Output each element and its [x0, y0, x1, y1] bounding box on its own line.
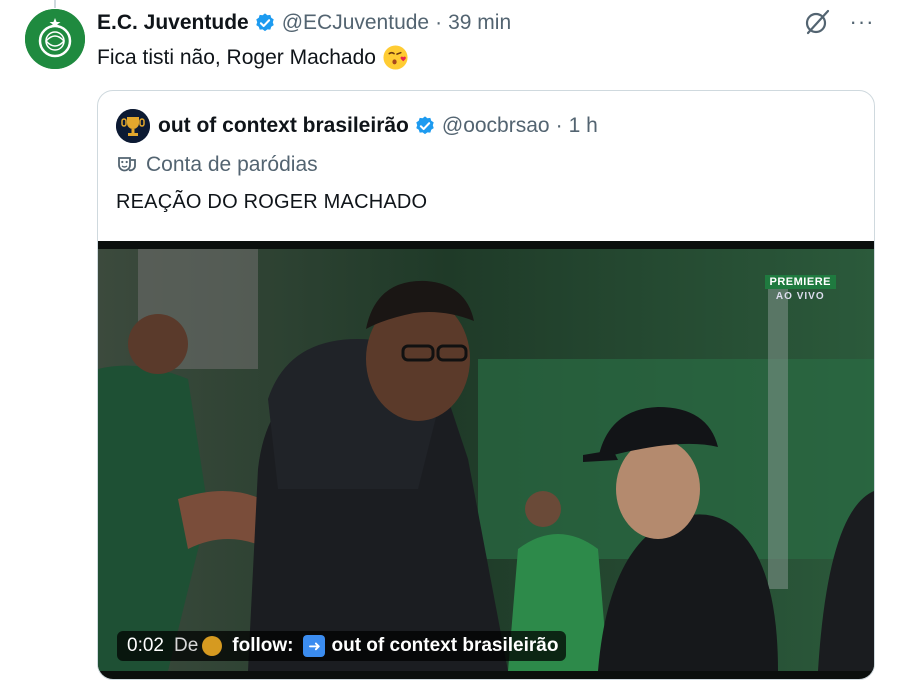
video-source-overlay[interactable]: 0:02 De follow: ➜ out of context brasile… [117, 631, 567, 661]
avatar[interactable] [25, 9, 85, 69]
separator-dot: · [555, 114, 563, 137]
separator-dot: · [435, 11, 443, 34]
author-name[interactable]: E.C. Juventude [97, 11, 249, 35]
right-arrow-icon: ➜ [303, 635, 326, 657]
quoted-tweet[interactable]: out of context brasileirão @oocbrsao · 1… [97, 90, 875, 680]
tweet-time[interactable]: 39 min [448, 11, 511, 35]
source-avatar-icon [202, 636, 223, 656]
broadcast-status: AO VIVO [775, 291, 825, 302]
grok-icon[interactable] [803, 8, 831, 36]
parody-text: Conta de paródias [146, 153, 318, 176]
broadcaster-logo: PREMIERE [764, 275, 836, 289]
thread-line [54, 0, 56, 8]
juventude-crest-icon [25, 9, 85, 69]
video-timestamp: 0:02 [127, 635, 164, 656]
quoted-header: out of context brasileirão @oocbrsao · 1… [116, 109, 598, 143]
follow-label: follow: [232, 635, 294, 656]
quoted-avatar [116, 109, 150, 143]
tweet-actions: ··· [803, 8, 875, 36]
source-prefix: De [173, 635, 199, 656]
trophy-avatar-icon [116, 109, 150, 143]
video-frame [98, 249, 874, 671]
kissing-face-emoji-icon [383, 45, 408, 70]
verified-badge-icon [255, 13, 274, 32]
theater-mask-icon [118, 157, 136, 172]
quoted-time[interactable]: 1 h [569, 114, 598, 138]
quoted-author-name[interactable]: out of context brasileirão [158, 114, 409, 138]
source-name[interactable]: out of context brasileirão [331, 635, 558, 657]
more-options-icon[interactable]: ··· [849, 9, 875, 35]
video-player[interactable]: PREMIERE AO VIVO 0:02 De follow: ➜ out o… [98, 241, 874, 679]
quoted-text: REAÇÃO DO ROGER MACHADO [116, 191, 428, 213]
verified-badge-icon [416, 116, 434, 135]
quoted-handle[interactable]: @oocbrsao [442, 114, 550, 138]
tweet-text: Fica tisti não, Roger Machado [97, 44, 409, 71]
tweet-header: E.C. Juventude @ECJuventude · 39 min [97, 10, 511, 36]
broadcast-badge: PREMIERE AO VIVO [764, 275, 836, 302]
author-handle[interactable]: @ECJuventude [282, 11, 429, 35]
parody-label: Conta de paródias [116, 153, 318, 177]
tweet-body: Fica tisti não, Roger Machado [97, 45, 376, 69]
